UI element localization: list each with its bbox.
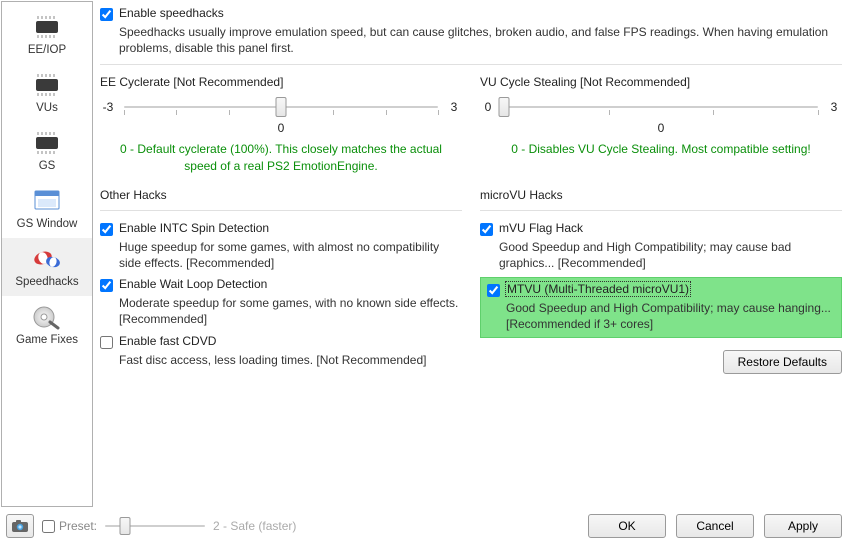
enable-speedhacks-desc: Speedhacks usually improve emulation spe… bbox=[119, 24, 842, 56]
footer: Preset: 2 - Safe (faster) OK Cancel Appl… bbox=[0, 508, 852, 548]
vu-max-label: 3 bbox=[826, 100, 842, 114]
ee-cyclerate-title: EE Cyclerate [Not Recommended] bbox=[100, 75, 462, 89]
mvu-flag-checkbox[interactable] bbox=[480, 223, 493, 236]
ok-button[interactable]: OK bbox=[588, 514, 666, 538]
vu-min-label: 0 bbox=[480, 100, 496, 114]
cancel-button[interactable]: Cancel bbox=[676, 514, 754, 538]
mtvu-checkbox[interactable] bbox=[487, 284, 500, 297]
sidebar-item-vus[interactable]: VUs bbox=[2, 64, 92, 122]
divider bbox=[480, 210, 842, 211]
ee-max-label: 3 bbox=[446, 100, 462, 114]
chip-icon bbox=[28, 12, 66, 42]
vu-cyclesteal-slider[interactable] bbox=[504, 95, 818, 119]
apply-button[interactable]: Apply bbox=[764, 514, 842, 538]
divider bbox=[100, 210, 462, 211]
sidebar-item-gs-window[interactable]: GS Window bbox=[2, 180, 92, 238]
fastcdvd-checkbox[interactable] bbox=[100, 336, 113, 349]
waitloop-checkbox[interactable] bbox=[100, 279, 113, 292]
sidebar-item-label: EE/IOP bbox=[28, 44, 66, 56]
mtvu-desc: Good Speedup and High Compatibility; may… bbox=[506, 300, 835, 332]
preset-label: Preset: bbox=[59, 519, 97, 533]
mvu-flag-label: mVU Flag Hack bbox=[499, 221, 842, 235]
sidebar-item-gs[interactable]: GS bbox=[2, 122, 92, 180]
divider bbox=[100, 64, 842, 65]
window-icon bbox=[28, 186, 66, 216]
preset-slider[interactable] bbox=[105, 516, 205, 536]
intc-desc: Huge speedup for some games, with almost… bbox=[119, 239, 462, 271]
sidebar-item-label: GS Window bbox=[17, 218, 78, 230]
vu-value: 0 bbox=[480, 121, 842, 135]
mvu-flag-desc: Good Speedup and High Compatibility; may… bbox=[499, 239, 842, 271]
waitloop-label: Enable Wait Loop Detection bbox=[119, 277, 462, 291]
disc-wrench-icon bbox=[28, 302, 66, 332]
enable-speedhacks-label: Enable speedhacks bbox=[119, 6, 842, 20]
ee-min-label: -3 bbox=[100, 100, 116, 114]
sidebar-item-game-fixes[interactable]: Game Fixes bbox=[2, 296, 92, 354]
restore-defaults-button[interactable]: Restore Defaults bbox=[723, 350, 842, 374]
sidebar-item-label: Game Fixes bbox=[16, 334, 78, 346]
sidebar-item-label: Speedhacks bbox=[15, 276, 78, 288]
sidebar: EE/IOP VUs GS GS Window Speedhacks bbox=[1, 1, 93, 507]
ee-value: 0 bbox=[100, 121, 462, 135]
intc-checkbox[interactable] bbox=[100, 223, 113, 236]
sidebar-item-speedhacks[interactable]: Speedhacks bbox=[2, 238, 92, 296]
sidebar-item-ee-iop[interactable]: EE/IOP bbox=[2, 6, 92, 64]
sidebar-item-label: GS bbox=[39, 160, 56, 172]
vu-cyclesteal-title: VU Cycle Stealing [Not Recommended] bbox=[480, 75, 842, 89]
intc-label: Enable INTC Spin Detection bbox=[119, 221, 462, 235]
vu-hint: 0 - Disables VU Cycle Stealing. Most com… bbox=[480, 141, 842, 157]
sidebar-item-label: VUs bbox=[36, 102, 58, 114]
preset-value: 2 - Safe (faster) bbox=[213, 519, 296, 533]
chip-icon bbox=[28, 70, 66, 100]
camera-button[interactable] bbox=[6, 514, 34, 538]
microvu-hacks-title: microVU Hacks bbox=[480, 188, 842, 202]
camera-icon bbox=[11, 519, 29, 533]
fastcdvd-label: Enable fast CDVD bbox=[119, 334, 462, 348]
ee-cyclerate-slider[interactable] bbox=[124, 95, 438, 119]
fastcdvd-desc: Fast disc access, less loading times. [N… bbox=[119, 352, 462, 368]
chip-icon bbox=[28, 128, 66, 158]
preset-checkbox[interactable] bbox=[42, 520, 55, 533]
waitloop-desc: Moderate speedup for some games, with no… bbox=[119, 295, 462, 327]
mtvu-label: MTVU (Multi-Threaded microVU1) bbox=[506, 282, 690, 296]
ee-hint: 0 - Default cyclerate (100%). This close… bbox=[100, 141, 462, 173]
enable-speedhacks-checkbox[interactable] bbox=[100, 8, 113, 21]
pills-icon bbox=[28, 244, 66, 274]
content-panel: Enable speedhacks Speedhacks usually imp… bbox=[94, 0, 852, 508]
other-hacks-title: Other Hacks bbox=[100, 188, 462, 202]
